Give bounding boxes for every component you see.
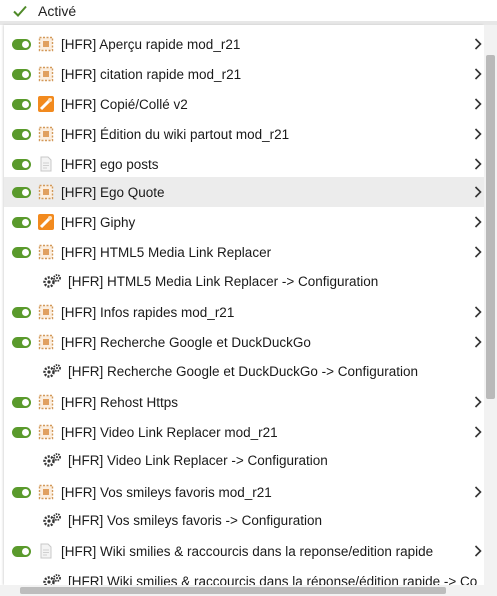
gear-icon — [43, 274, 61, 288]
menu-item-label: [HFR] Recherche Google et DuckDuckGo — [61, 334, 311, 350]
menu-item-copie-colle[interactable]: [HFR] Copié/Collé v2 — [4, 89, 484, 119]
script-icon — [38, 36, 54, 52]
gear-icon — [43, 453, 61, 467]
menu-item-rehost-https[interactable]: [HFR] Rehost Https — [4, 387, 484, 417]
toggle-on-icon[interactable] — [12, 38, 31, 50]
checkmark-icon — [11, 2, 29, 20]
menu-item-video-link-config[interactable]: [HFR] Video Link Replacer -> Configurati… — [4, 445, 484, 475]
toggle-on-icon[interactable] — [12, 336, 31, 348]
script-icon — [38, 424, 54, 440]
menu-item-label: [HFR] HTML5 Media Link Replacer — [61, 244, 272, 260]
chevron-right-icon — [474, 186, 482, 198]
chevron-right-icon — [474, 545, 482, 557]
menu-item-apercu-rapide[interactable]: [HFR] Aperçu rapide mod_r21 — [4, 29, 484, 59]
userscript-menu-screen: Activé [HFR] Aperçu rapide mod_r21 [HFR]… — [0, 0, 497, 596]
chevron-right-icon — [474, 68, 482, 80]
menu-item-label: [HFR] Infos rapides mod_r21 — [61, 304, 235, 320]
toggle-on-icon[interactable] — [12, 396, 31, 408]
script-icon — [38, 184, 54, 200]
orange-tool-icon — [38, 96, 54, 112]
menu-item-label: [HFR] Édition du wiki partout mod_r21 — [61, 126, 290, 142]
menu-item-label: [HFR] Recherche Google et DuckDuckGo -> … — [68, 363, 419, 379]
menu-item-vos-smileys[interactable]: [HFR] Vos smileys favoris mod_r21 — [4, 477, 484, 507]
menu-item-giphy[interactable]: [HFR] Giphy — [4, 207, 484, 237]
toggle-on-icon[interactable] — [12, 246, 31, 258]
toggle-on-icon[interactable] — [12, 486, 31, 498]
chevron-right-icon — [474, 306, 482, 318]
toggle-on-icon[interactable] — [12, 68, 31, 80]
menu-item-ego-quote[interactable]: [HFR] Ego Quote — [4, 177, 484, 207]
toggle-on-icon[interactable] — [12, 98, 31, 110]
document-icon — [40, 543, 52, 559]
toggle-on-icon[interactable] — [12, 158, 31, 170]
chevron-right-icon — [474, 396, 482, 408]
gear-icon — [43, 513, 61, 527]
chevron-right-icon — [474, 336, 482, 348]
menu-item-label: [HFR] Video Link Replacer -> Configurati… — [68, 452, 328, 468]
menu-item-label: [HFR] Rehost Https — [61, 394, 179, 410]
menu-item-html5-media[interactable]: [HFR] HTML5 Media Link Replacer — [4, 237, 484, 267]
toggle-on-icon[interactable] — [12, 545, 31, 557]
chevron-right-icon — [474, 158, 482, 170]
menu-item-label: [HFR] citation rapide mod_r21 — [61, 66, 242, 82]
menu-item-infos-rapides[interactable]: [HFR] Infos rapides mod_r21 — [4, 297, 484, 327]
menu-item-label: [HFR] HTML5 Media Link Replacer -> Confi… — [68, 273, 379, 289]
menu-item-label: [HFR] Copié/Collé v2 — [61, 96, 188, 112]
menu-item-video-link[interactable]: [HFR] Video Link Replacer mod_r21 — [4, 417, 484, 447]
script-menu: [HFR] Aperçu rapide mod_r21 [HFR] citati… — [4, 25, 484, 589]
enabled-header[interactable]: Activé — [0, 0, 497, 22]
toggle-on-icon[interactable] — [12, 128, 31, 140]
script-icon — [38, 484, 54, 500]
menu-item-label: [HFR] Ego Quote — [61, 184, 165, 200]
orange-tool-icon — [38, 214, 54, 230]
script-icon — [38, 334, 54, 350]
menu-item-vos-smileys-config[interactable]: [HFR] Vos smileys favoris -> Configurati… — [4, 505, 484, 535]
menu-item-label: [HFR] ego posts — [61, 156, 159, 172]
chevron-right-icon — [474, 246, 482, 258]
menu-item-recherche-google[interactable]: [HFR] Recherche Google et DuckDuckGo — [4, 327, 484, 357]
chevron-right-icon — [474, 216, 482, 228]
document-icon — [40, 156, 52, 172]
script-icon — [38, 66, 54, 82]
menu-item-wiki-smilies[interactable]: [HFR] Wiki smilies & raccourcis dans la … — [4, 536, 484, 566]
menu-item-ego-posts[interactable]: [HFR] ego posts — [4, 149, 484, 179]
vertical-scrollbar-thumb[interactable] — [486, 55, 495, 399]
gear-icon — [43, 364, 61, 378]
toggle-on-icon[interactable] — [12, 426, 31, 438]
menu-item-edition-wiki[interactable]: [HFR] Édition du wiki partout mod_r21 — [4, 119, 484, 149]
chevron-right-icon — [474, 486, 482, 498]
script-icon — [38, 304, 54, 320]
script-icon — [38, 126, 54, 142]
chevron-right-icon — [474, 128, 482, 140]
menu-item-label: [HFR] Giphy — [61, 214, 136, 230]
toggle-on-icon[interactable] — [12, 216, 31, 228]
menu-item-recherche-google-config[interactable]: [HFR] Recherche Google et DuckDuckGo -> … — [4, 356, 484, 386]
horizontal-scrollbar-thumb[interactable] — [20, 587, 446, 594]
script-icon — [38, 394, 54, 410]
menu-item-label: [HFR] Vos smileys favoris mod_r21 — [61, 484, 272, 500]
chevron-right-icon — [474, 98, 482, 110]
menu-item-label: [HFR] Video Link Replacer mod_r21 — [61, 424, 278, 440]
script-icon — [38, 244, 54, 260]
menu-item-label: [HFR] Aperçu rapide mod_r21 — [61, 36, 241, 52]
enabled-label: Activé — [38, 3, 77, 19]
menu-item-citation-rapide[interactable]: [HFR] citation rapide mod_r21 — [4, 59, 484, 89]
toggle-on-icon[interactable] — [12, 186, 31, 198]
menu-item-label: [HFR] Vos smileys favoris -> Configurati… — [68, 512, 322, 528]
menu-item-label: [HFR] Wiki smilies & raccourcis dans la … — [61, 543, 434, 559]
menu-item-html5-media-config[interactable]: [HFR] HTML5 Media Link Replacer -> Confi… — [4, 266, 484, 296]
toggle-on-icon[interactable] — [12, 306, 31, 318]
chevron-right-icon — [474, 38, 482, 50]
chevron-right-icon — [474, 426, 482, 438]
